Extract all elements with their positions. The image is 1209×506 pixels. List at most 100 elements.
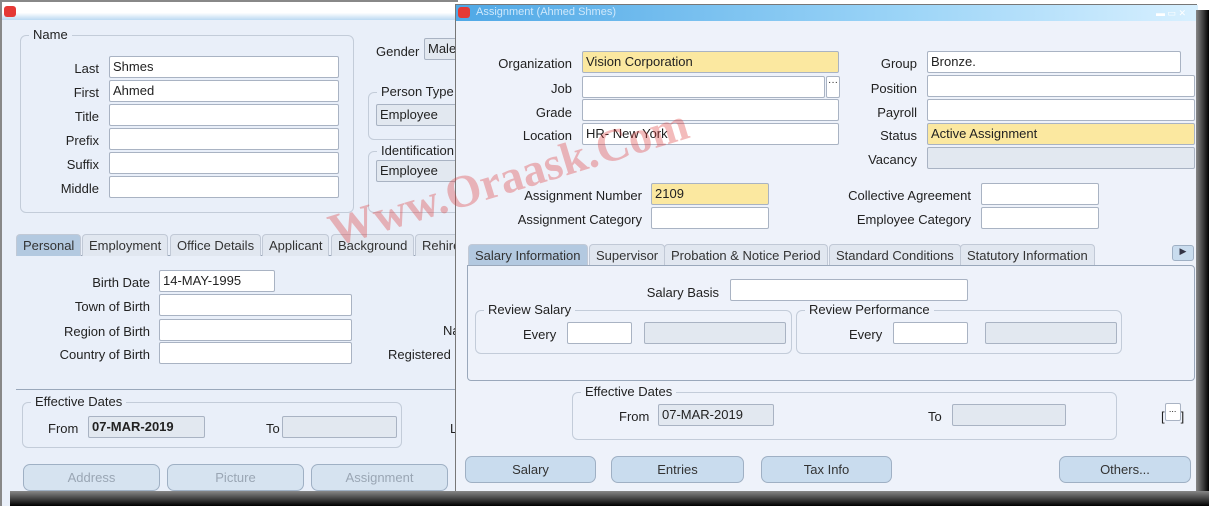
dff-button[interactable]: ... [1164, 403, 1181, 421]
group-label: Group [880, 56, 917, 71]
assignment-to-date-field[interactable] [952, 404, 1066, 426]
salary-basis-field[interactable] [730, 279, 968, 301]
last-name-field[interactable]: Shmes [109, 56, 339, 78]
assignment-content: Organization Vision Corporation Job ··· … [455, 0, 1197, 506]
group-field[interactable]: Bronze. [927, 51, 1181, 73]
identification-title: Identification [377, 143, 458, 158]
payroll-label: Payroll [877, 105, 917, 120]
vacancy-label: Vacancy [868, 152, 917, 167]
assignment-effective-dates-title: Effective Dates [581, 384, 677, 399]
salary-button-label: Salary [512, 462, 549, 477]
to-label: To [266, 421, 280, 436]
assignment-from-date-field[interactable]: 07-MAR-2019 [658, 404, 774, 426]
section-divider [16, 389, 460, 390]
salary-button[interactable]: Salary [465, 456, 596, 483]
review-performance-title: Review Performance [805, 302, 934, 317]
tax-info-button[interactable]: Tax Info [761, 456, 892, 483]
review-salary-every-label: Every [523, 327, 557, 342]
review-salary-every-field[interactable] [567, 322, 632, 344]
organization-label: Organization [498, 56, 572, 71]
middle-field[interactable] [109, 176, 339, 198]
descriptive-flexfield[interactable]: [...] [1161, 403, 1184, 424]
suffix-label: Suffix [66, 157, 99, 172]
tab-personal[interactable]: Personal [16, 234, 82, 256]
prefix-field[interactable] [109, 128, 339, 150]
to-date-field[interactable] [282, 416, 397, 438]
tab-employment[interactable]: Employment [82, 234, 169, 256]
review-salary-title: Review Salary [484, 302, 576, 317]
salary-basis-label: Salary Basis [646, 285, 719, 300]
registered-label: Registered [388, 347, 451, 362]
town-of-birth-field[interactable] [159, 294, 352, 316]
region-of-birth-label: Region of Birth [64, 324, 150, 339]
frame-shadow-right [1196, 10, 1209, 506]
town-of-birth-label: Town of Birth [74, 299, 150, 314]
address-button-label: Address [67, 470, 116, 485]
others-button[interactable]: Others... [1059, 456, 1191, 483]
assignment-number-field[interactable]: 2109 [651, 183, 769, 205]
tab-salary-information[interactable]: Salary Information [468, 244, 588, 266]
from-label: From [48, 421, 79, 436]
title-field[interactable] [109, 104, 339, 126]
middle-label: Middle [60, 181, 99, 196]
first-name-field[interactable]: Ahmed [109, 80, 339, 102]
last-label: Last [74, 61, 99, 76]
picture-button[interactable]: Picture [167, 464, 304, 491]
entries-button[interactable]: Entries [611, 456, 744, 483]
tab-probation-notice[interactable]: Probation & Notice Period [664, 244, 828, 266]
country-of-birth-field[interactable] [159, 342, 352, 364]
grade-field[interactable] [582, 99, 839, 121]
country-of-birth-label: Country of Birth [59, 347, 150, 362]
tab-office-details[interactable]: Office Details [170, 234, 262, 256]
job-label: Job [551, 81, 572, 96]
people-window: Name Last Shmes First Ahmed Title Prefix… [0, 0, 488, 506]
people-title-bar [2, 2, 460, 20]
picture-button-label: Picture [215, 470, 256, 485]
suffix-field[interactable] [109, 152, 339, 174]
assignment-number-label: Assignment Number [524, 188, 642, 203]
assignment-button-label: Assignment [345, 470, 414, 485]
entries-button-label: Entries [657, 462, 698, 477]
tab-standard-conditions[interactable]: Standard Conditions [829, 244, 961, 266]
assignment-to-label: To [928, 409, 942, 424]
effective-dates-title: Effective Dates [31, 394, 127, 409]
others-button-label: Others... [1100, 462, 1150, 477]
employee-category-field[interactable] [981, 207, 1099, 229]
assignment-category-field[interactable] [651, 207, 769, 229]
tab-applicant[interactable]: Applicant [262, 234, 330, 256]
address-button[interactable]: Address [23, 464, 160, 491]
job-field[interactable] [582, 76, 825, 98]
organization-field[interactable]: Vision Corporation [582, 51, 839, 73]
title-label: Title [74, 109, 99, 124]
position-label: Position [870, 81, 917, 96]
person-type-title: Person Type [377, 84, 458, 99]
grade-label: Grade [535, 105, 572, 120]
collective-agreement-field[interactable] [981, 183, 1099, 205]
collective-agreement-label: Collective Agreement [848, 188, 971, 203]
employee-category-label: Employee Category [856, 212, 971, 227]
review-performance-unit-field[interactable] [985, 322, 1117, 344]
payroll-field[interactable] [927, 99, 1195, 121]
region-of-birth-field[interactable] [159, 319, 352, 341]
first-label: First [73, 85, 99, 100]
review-salary-unit-field[interactable] [644, 322, 786, 344]
tab-supervisor[interactable]: Supervisor [589, 244, 666, 266]
assignment-button[interactable]: Assignment [311, 464, 448, 491]
tab-scroll-right-icon[interactable]: ▶ [1172, 245, 1194, 261]
tab-background[interactable]: Background [331, 234, 415, 256]
position-field[interactable] [927, 75, 1195, 97]
vacancy-field[interactable] [927, 147, 1195, 169]
location-label: Location [522, 128, 572, 143]
birth-date-field[interactable]: 14-MAY-1995 [159, 270, 275, 292]
review-performance-every-label: Every [849, 327, 883, 342]
assignment-from-label: From [619, 409, 650, 424]
location-field[interactable]: HR- New York [582, 123, 839, 145]
gender-label: Gender [376, 44, 420, 59]
assignment-category-label: Assignment Category [517, 212, 642, 227]
status-field[interactable]: Active Assignment [927, 123, 1195, 145]
tax-info-button-label: Tax Info [803, 462, 850, 477]
from-date-field[interactable]: 07-MAR-2019 [88, 416, 205, 438]
prefix-label: Prefix [65, 133, 99, 148]
review-performance-every-field[interactable] [893, 322, 968, 344]
tab-statutory-information[interactable]: Statutory Information [960, 244, 1095, 266]
